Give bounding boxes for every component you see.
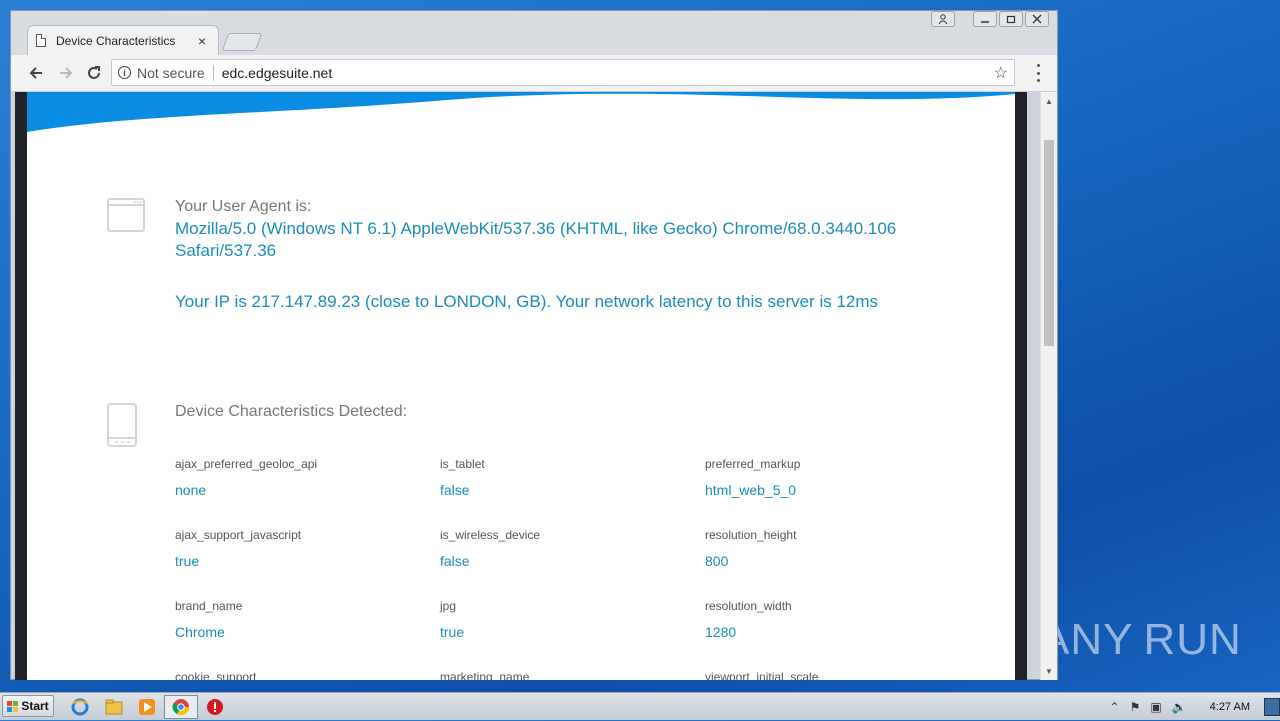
characteristic-item: preferred_markup html_web_5_0 bbox=[705, 457, 955, 498]
scroll-down-icon[interactable]: ▼ bbox=[1041, 664, 1057, 678]
characteristic-value: 1280 bbox=[705, 624, 737, 640]
characteristic-item: is_tablet false bbox=[440, 457, 690, 498]
show-desktop-button[interactable] bbox=[1264, 698, 1280, 716]
characteristic-item: brand_name Chrome bbox=[175, 599, 425, 640]
tab-close-icon[interactable]: × bbox=[194, 33, 210, 49]
characteristic-key: viewport_initial_scale bbox=[705, 670, 819, 680]
title-bar: Device Characteristics × bbox=[11, 11, 1057, 55]
browser-window: Device Characteristics × i Not secure ed… bbox=[10, 10, 1058, 680]
characteristic-item: resolution_height 800 bbox=[705, 528, 955, 569]
characteristic-value: false bbox=[440, 482, 470, 498]
web-page: Your User Agent is: Mozilla/5.0 (Windows… bbox=[27, 92, 1015, 680]
characteristic-key: brand_name bbox=[175, 599, 243, 613]
close-window-button[interactable] bbox=[1025, 11, 1049, 27]
bookmark-star-icon[interactable]: ☆ bbox=[994, 63, 1008, 83]
tab-title: Device Characteristics bbox=[56, 33, 176, 48]
info-icon[interactable]: i bbox=[118, 66, 131, 79]
characteristic-key: cookie_support bbox=[175, 670, 257, 680]
characteristic-key: jpg bbox=[440, 599, 457, 613]
page-icon bbox=[36, 34, 46, 47]
anyrun-watermark: ANY RUN bbox=[1040, 605, 1242, 675]
characteristic-key: ajax_preferred_geoloc_api bbox=[175, 457, 318, 471]
characteristic-value: false bbox=[440, 553, 470, 569]
tab-device-characteristics[interactable]: Device Characteristics × bbox=[27, 25, 219, 55]
characteristic-key: preferred_markup bbox=[705, 457, 801, 471]
window-controls bbox=[931, 11, 1049, 27]
user-agent-value: Mozilla/5.0 (Windows NT 6.1) AppleWebKit… bbox=[175, 219, 897, 260]
windows-logo-icon bbox=[7, 700, 19, 712]
volume-icon[interactable]: 🔈 bbox=[1172, 700, 1187, 714]
characteristic-value: 800 bbox=[705, 553, 729, 569]
characteristic-key: is_tablet bbox=[440, 457, 485, 471]
browser-toolbar: i Not secure edc.edgesuite.net ☆ bbox=[11, 55, 1057, 92]
characteristic-value: none bbox=[175, 482, 207, 498]
characteristic-item: ajax_support_javascript true bbox=[175, 528, 425, 569]
address-bar[interactable]: i Not secure edc.edgesuite.net ☆ bbox=[111, 59, 1015, 86]
characteristic-key: is_wireless_device bbox=[440, 528, 541, 542]
address-separator bbox=[212, 64, 214, 81]
characteristic-item: resolution_width 1280 bbox=[705, 599, 955, 640]
characteristic-key: resolution_height bbox=[705, 528, 797, 542]
menu-icon[interactable] bbox=[1035, 64, 1041, 82]
chrome-icon[interactable] bbox=[171, 697, 191, 717]
header-wave bbox=[27, 92, 1015, 132]
characteristic-value: true bbox=[175, 553, 200, 569]
new-tab-button[interactable] bbox=[221, 33, 263, 51]
vertical-scrollbar[interactable]: ▲ ▼ bbox=[1040, 92, 1057, 680]
scroll-up-icon[interactable]: ▲ bbox=[1041, 94, 1057, 108]
device-characteristics-heading: Device Characteristics Detected: bbox=[175, 403, 408, 420]
page-viewport: Your User Agent is: Mozilla/5.0 (Windows… bbox=[15, 92, 1027, 680]
start-label: Start bbox=[21, 699, 49, 713]
characteristic-item: jpg true bbox=[440, 599, 690, 640]
start-button[interactable]: Start bbox=[2, 695, 54, 717]
url-text[interactable]: edc.edgesuite.net bbox=[222, 65, 994, 81]
characteristic-key: ajax_support_javascript bbox=[175, 528, 302, 542]
characteristic-value: html_web_5_0 bbox=[705, 482, 797, 498]
stop-app-icon[interactable] bbox=[205, 697, 225, 717]
restore-button[interactable] bbox=[999, 11, 1023, 27]
characteristic-key: marketing_name bbox=[440, 670, 530, 680]
characteristic-item: marketing_name bbox=[440, 670, 690, 680]
media-player-icon[interactable] bbox=[137, 697, 157, 717]
security-label[interactable]: Not secure bbox=[137, 65, 205, 81]
characteristic-item: is_wireless_device false bbox=[440, 528, 690, 569]
watermark-run: RUN bbox=[1143, 615, 1242, 664]
system-tray: ⌃ ⚑ ▣ 🔈 4:27 AM bbox=[1105, 693, 1280, 721]
characteristic-item: cookie_support bbox=[175, 670, 425, 680]
characteristic-item: viewport_initial_scale bbox=[705, 670, 955, 680]
internet-explorer-icon[interactable] bbox=[70, 697, 90, 717]
forward-button[interactable] bbox=[55, 62, 77, 84]
back-button[interactable] bbox=[25, 62, 47, 84]
taskbar: Start ⌃ ⚑ ▣ 🔈 4:27 AM bbox=[0, 692, 1280, 720]
mobile-device-icon bbox=[107, 403, 137, 452]
minimize-button[interactable] bbox=[973, 11, 997, 27]
ip-latency-text: Your IP is 217.147.89.23 (close to LONDO… bbox=[175, 292, 879, 311]
characteristic-item: ajax_preferred_geoloc_api none bbox=[175, 457, 425, 498]
reload-button[interactable] bbox=[83, 62, 105, 84]
characteristic-value: Chrome bbox=[175, 624, 225, 640]
scroll-thumb[interactable] bbox=[1044, 140, 1054, 346]
file-explorer-icon[interactable] bbox=[104, 697, 124, 717]
tray-expand-icon[interactable]: ⌃ bbox=[1110, 700, 1120, 714]
characteristic-key: resolution_width bbox=[705, 599, 792, 613]
characteristic-value: true bbox=[440, 624, 465, 640]
browser-window-icon bbox=[107, 198, 145, 237]
user-agent-heading: Your User Agent is: bbox=[175, 198, 312, 215]
profile-icon[interactable] bbox=[931, 11, 955, 27]
action-center-flag-icon[interactable]: ⚑ bbox=[1130, 700, 1141, 714]
network-icon[interactable]: ▣ bbox=[1150, 700, 1161, 714]
clock[interactable]: 4:27 AM bbox=[1210, 701, 1250, 713]
